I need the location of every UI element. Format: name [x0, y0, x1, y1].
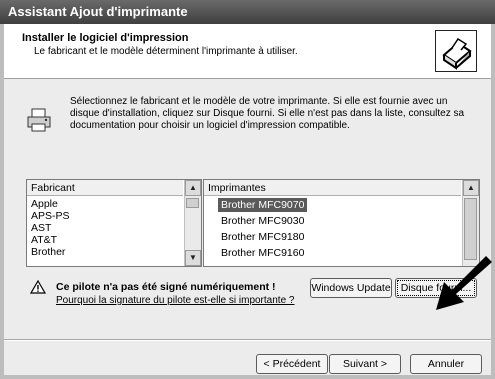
add-printer-wizard-window: Assistant Ajout d'imprimante Installer l…	[0, 0, 495, 379]
pointer-arrow-icon	[436, 256, 492, 310]
